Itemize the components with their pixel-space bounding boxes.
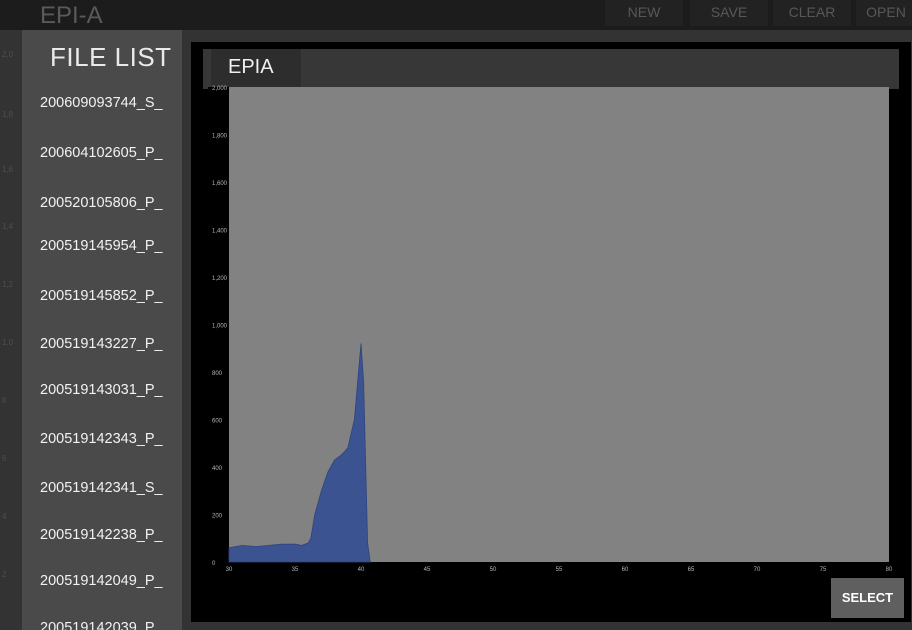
x-tick-label: 30 [226,567,233,573]
y-tick-label: 1,600 [212,181,228,187]
x-tick-label: 35 [292,567,299,573]
select-button[interactable]: SELECT [831,578,904,618]
x-tick-label: 70 [754,567,761,573]
screen: EPI-A NEW SAVE CLEAR OPEN 2,0 1,8 1,6 1,… [0,0,912,630]
y-tick-label: 2,000 [212,86,228,92]
x-tick-label: 55 [556,567,563,573]
y-tick-label: 1,800 [212,134,228,140]
epia-chart: 02004006008001,0001,2001,4001,6001,8002,… [208,86,893,574]
y-tick-label: 1,200 [212,276,228,282]
x-tick-label: 45 [424,567,431,573]
x-tick-label: 75 [820,567,827,573]
x-tick-label: 50 [490,567,497,573]
x-tick-label: 80 [886,567,893,573]
y-tick-label: 1,400 [212,229,228,235]
x-tick-label: 65 [688,567,695,573]
y-tick-label: 800 [212,371,223,377]
x-tick-label: 40 [358,567,365,573]
y-tick-label: 400 [212,466,223,472]
x-tick-label: 60 [622,567,629,573]
y-tick-label: 1,000 [212,324,228,330]
y-tick-label: 600 [212,419,223,425]
y-tick-label: 200 [212,514,223,520]
